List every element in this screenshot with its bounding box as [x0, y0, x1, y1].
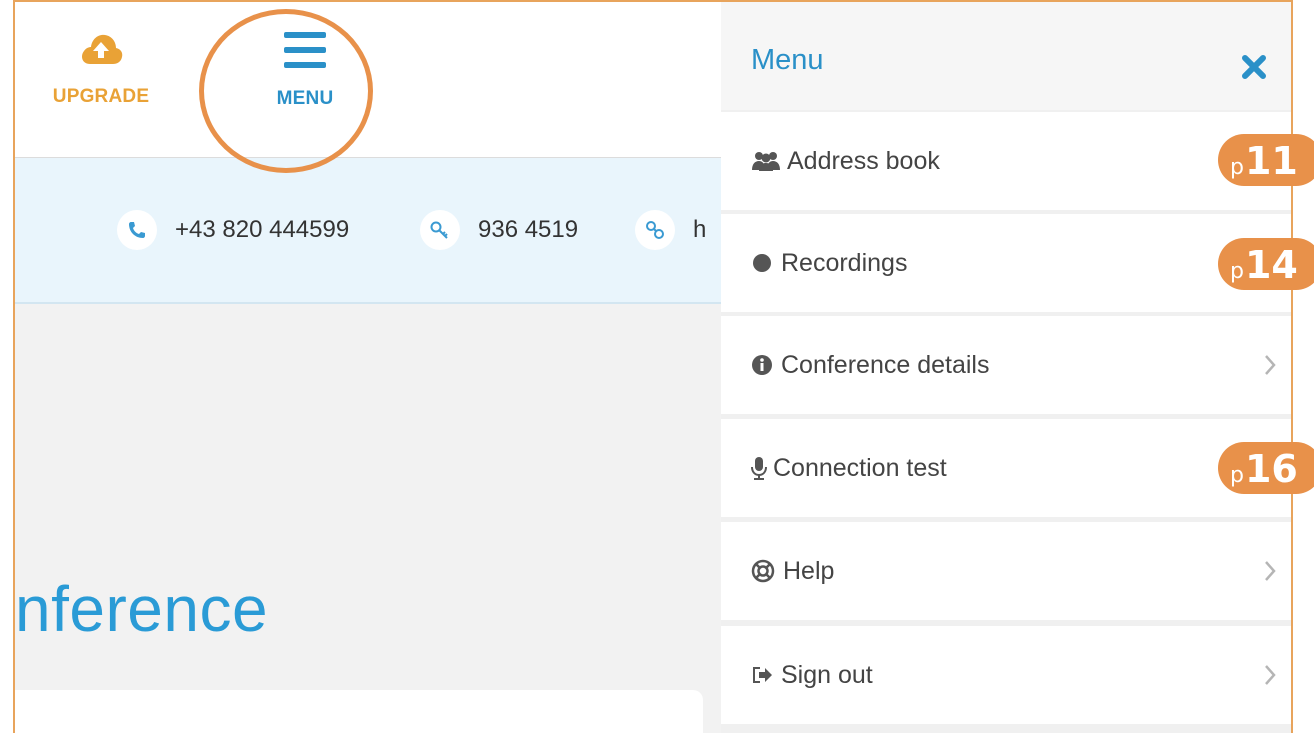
menu-item-address-book[interactable]: Address book — [721, 112, 1291, 210]
page-reference-badge: p 11 — [1218, 134, 1314, 186]
cloud-upload-icon — [82, 34, 123, 64]
menu-item-label: Connection test — [773, 453, 947, 482]
record-dot-icon — [753, 254, 771, 272]
chevron-right-icon — [1265, 561, 1276, 581]
menu-header: Menu — [721, 2, 1291, 110]
sign-out-icon — [753, 667, 772, 683]
microphone-icon — [751, 457, 767, 480]
menu-item-label: Conference details — [781, 350, 990, 379]
menu-item-sign-out[interactable]: Sign out — [721, 626, 1291, 724]
menu-item-recordings[interactable]: Recordings — [721, 214, 1291, 312]
upgrade-button[interactable]: UPGRADE — [35, 32, 167, 108]
close-icon[interactable] — [1241, 54, 1267, 80]
menu-item-conference-details[interactable]: Conference details — [721, 316, 1291, 414]
link-item: h — [635, 210, 706, 250]
page-heading: nference — [15, 573, 269, 645]
link-icon — [635, 210, 675, 250]
info-icon — [752, 355, 772, 375]
conference-link[interactable]: h — [693, 216, 706, 244]
upgrade-label: UPGRADE — [52, 86, 150, 107]
lifebuoy-icon — [751, 559, 775, 583]
menu-item-help[interactable]: Help — [721, 522, 1291, 620]
page-reference-badge: p 14 — [1218, 238, 1314, 290]
menu-item-label: Address book — [787, 146, 940, 175]
menu-item-connection-test[interactable]: Connection test — [721, 419, 1291, 517]
key-icon — [420, 210, 460, 250]
page-reference-badge: p 16 — [1218, 442, 1314, 494]
users-icon — [752, 152, 780, 171]
pin-item: 936 4519 — [420, 210, 578, 250]
conference-pin: 936 4519 — [478, 216, 579, 243]
menu-panel: Menu Address book Recordings Conference … — [721, 2, 1291, 733]
phone-icon — [117, 210, 157, 250]
phone-number: +43 820 444599 — [175, 216, 350, 243]
chevron-right-icon — [1265, 665, 1276, 685]
phone-number-item: +43 820 444599 — [117, 210, 349, 250]
menu-item-label: Sign out — [781, 660, 873, 689]
menu-highlight-circle — [199, 9, 373, 173]
content-card — [15, 690, 703, 733]
chevron-right-icon — [1265, 355, 1276, 375]
menu-item-label: Help — [783, 556, 835, 585]
menu-item-label: Recordings — [781, 248, 908, 277]
menu-title: Menu — [751, 44, 824, 76]
